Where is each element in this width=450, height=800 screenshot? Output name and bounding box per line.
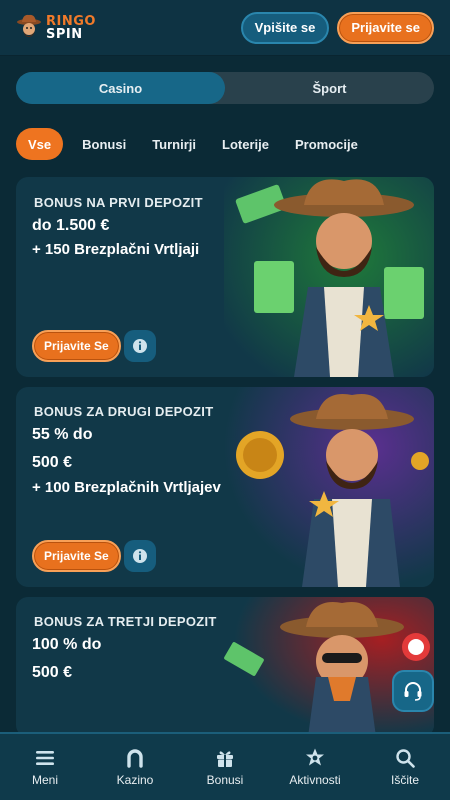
cowboy-money-illustration [224, 177, 434, 377]
info-icon[interactable] [124, 330, 156, 362]
bottom-navigation: Meni Kazino Bonusi Aktivnosti Iščite [0, 732, 450, 800]
nav-bonuses[interactable]: Bonusi [183, 747, 267, 787]
nav-activities-label: Aktivnosti [289, 773, 341, 787]
casino-sport-switch: Casino Šport [16, 72, 434, 104]
headset-icon [404, 682, 422, 701]
promo-kicker: BONUS ZA DRUGI DEPOZIT [34, 404, 214, 419]
menu-icon [36, 751, 54, 765]
cowboy-logo-icon [16, 13, 42, 43]
filter-bonuses[interactable]: Bonusi [69, 128, 139, 160]
tab-sport[interactable]: Šport [225, 72, 434, 104]
nav-casino-label: Kazino [116, 773, 154, 787]
nav-search-label: Iščite [390, 773, 419, 787]
promo-detail: + 150 Brezplačni Vrtljaji [32, 241, 200, 258]
promo-card-second-deposit[interactable]: BONUS ZA DRUGI DEPOZIT 55 % do 500 € + 1… [16, 387, 434, 587]
register-button[interactable]: Prijavite se [337, 11, 434, 44]
nav-menu-label: Meni [31, 773, 58, 787]
ringo-spin-logo[interactable]: RINGO SPIN [16, 13, 96, 43]
promo-amount: do 1.500 € [32, 217, 110, 234]
nav-casino[interactable]: Kazino [93, 747, 177, 787]
promo-percentage: 100 % do [32, 636, 102, 653]
info-icon[interactable] [124, 540, 156, 572]
promo-register-button[interactable]: Prijavite Se [32, 330, 121, 362]
nav-activities[interactable]: Aktivnosti [273, 747, 357, 787]
filter-tournaments[interactable]: Turnirji [139, 128, 209, 160]
nav-bonuses-label: Bonusi [206, 773, 244, 787]
promo-kicker: BONUS NA PRVI DEPOZIT [34, 195, 203, 210]
nav-search[interactable]: Iščite [363, 747, 447, 787]
promo-filter-bar: Vse Bonusi Turnirji Loterije Promocije [16, 128, 371, 160]
cowboy-poker-chip-illustration [224, 597, 434, 737]
promo-amount: 500 € [32, 454, 73, 471]
login-button[interactable]: Vpišite se [240, 11, 330, 44]
logo-text-spin: SPIN [46, 26, 83, 42]
nav-menu[interactable]: Meni [3, 747, 87, 787]
support-chat-button[interactable] [392, 670, 434, 712]
cowboy-coin-illustration [224, 387, 434, 587]
promo-card-first-deposit[interactable]: BONUS NA PRVI DEPOZIT do 1.500 € + 150 B… [16, 177, 434, 377]
filter-lotteries[interactable]: Loterije [209, 128, 282, 160]
tab-casino[interactable]: Casino [16, 72, 225, 104]
filter-promotions[interactable]: Promocije [282, 128, 371, 160]
sheriff-star-icon [306, 748, 324, 766]
search-icon [396, 749, 415, 768]
promo-detail: + 100 Brezplačnih Vrtljajev [32, 479, 221, 496]
horseshoe-icon [127, 749, 143, 768]
promo-percentage: 55 % do [32, 426, 93, 443]
promo-kicker: BONUS ZA TRETJI DEPOZIT [34, 614, 217, 629]
logo-text-ringo: RINGO [46, 13, 96, 29]
top-header: RINGO SPIN Vpišite se Prijavite se [0, 0, 450, 56]
promo-register-button[interactable]: Prijavite Se [32, 540, 121, 572]
filter-all[interactable]: Vse [16, 128, 64, 160]
promo-amount: 500 € [32, 664, 73, 681]
promo-card-third-deposit[interactable]: BONUS ZA TRETJI DEPOZIT 100 % do 500 € [16, 597, 434, 737]
gift-icon [217, 751, 233, 767]
